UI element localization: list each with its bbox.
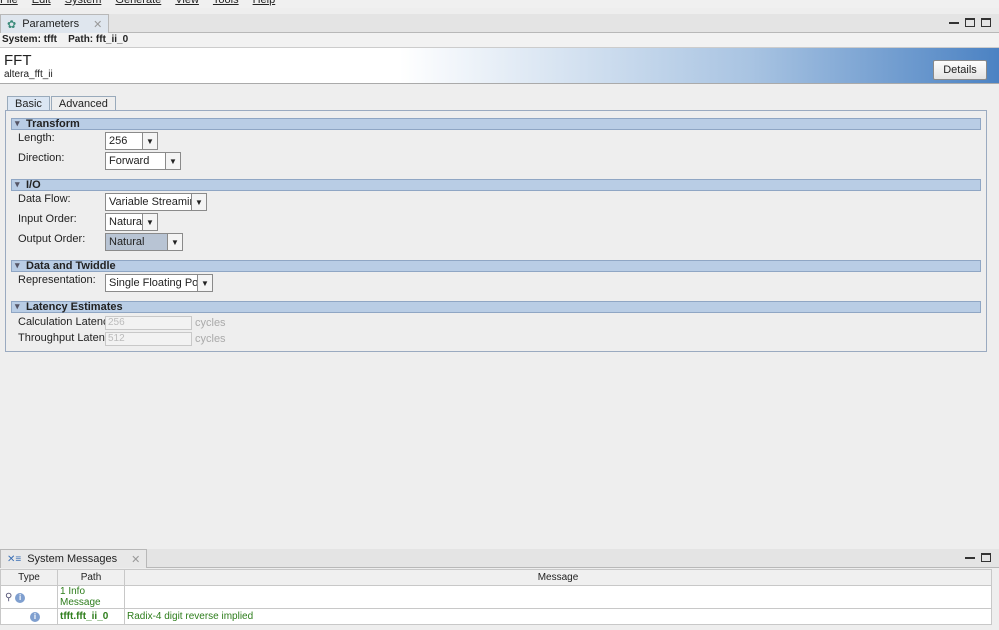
system-label: System: bbox=[2, 34, 41, 45]
info-icon: i bbox=[30, 612, 40, 622]
input-order-label: Input Order: bbox=[18, 213, 77, 225]
path-bar: System: tfft Path: fft_ii_0 bbox=[0, 33, 999, 47]
chevron-down-icon: ▼ bbox=[191, 194, 206, 210]
output-order-label: Output Order: bbox=[18, 233, 86, 245]
maximize-icon[interactable] bbox=[981, 18, 991, 27]
menu-bar: File Edit System Generate View Tools Hel… bbox=[0, 0, 999, 8]
path-cell: tfft.fft_ii_0 bbox=[57, 608, 125, 625]
component-subtitle: altera_fft_ii bbox=[4, 69, 53, 80]
direction-value: Forward bbox=[109, 155, 150, 167]
component-header: FFT altera_fft_ii Details bbox=[0, 47, 999, 84]
input-order-select[interactable]: Natural ▼ bbox=[105, 213, 158, 231]
details-button[interactable]: Details bbox=[933, 60, 987, 80]
close-icon[interactable]: ✕ bbox=[93, 18, 102, 31]
representation-label: Representation: bbox=[18, 274, 96, 286]
menu-system[interactable]: System bbox=[65, 0, 102, 8]
throughput-latency-unit: cycles bbox=[195, 333, 226, 345]
basic-panel: Transform Length: 256 ▼ Direction: Forwar… bbox=[5, 110, 987, 352]
messages-table: Type Path Message ⚲ i 1 Info Message i t… bbox=[0, 569, 992, 625]
path-label: Path: bbox=[68, 34, 94, 45]
data-flow-select[interactable]: Variable Streaming ▼ bbox=[105, 193, 207, 211]
parameters-tab-label: Parameters bbox=[22, 18, 80, 30]
section-transform[interactable]: Transform bbox=[11, 118, 981, 130]
output-order-value: Natural bbox=[109, 236, 145, 248]
message-cell: Radix-4 digit reverse implied bbox=[124, 608, 992, 625]
data-flow-label: Data Flow: bbox=[18, 193, 71, 205]
system-messages-tab[interactable]: ✕≡ System Messages ✕ bbox=[0, 549, 148, 568]
close-icon[interactable]: ✕ bbox=[131, 553, 140, 566]
messages-icon: ✕≡ bbox=[7, 553, 22, 565]
restore-icon[interactable] bbox=[965, 18, 975, 27]
minimize-icon[interactable] bbox=[949, 18, 959, 24]
info-icon: i bbox=[15, 592, 26, 603]
col-message[interactable]: Message bbox=[124, 569, 992, 586]
calc-latency-unit: cycles bbox=[195, 317, 226, 329]
parameters-icon: ✿ bbox=[7, 18, 17, 31]
table-header: Type Path Message bbox=[0, 569, 992, 586]
chevron-down-icon: ▼ bbox=[197, 275, 212, 291]
section-latency[interactable]: Latency Estimates bbox=[11, 301, 981, 313]
chevron-down-icon: ▼ bbox=[142, 214, 157, 230]
menu-edit[interactable]: Edit bbox=[32, 0, 51, 8]
summary-cell: 1 Info Message bbox=[57, 585, 125, 609]
col-type[interactable]: Type bbox=[0, 569, 58, 586]
input-order-value: Natural bbox=[109, 216, 145, 228]
section-io[interactable]: I/O bbox=[11, 179, 981, 191]
col-path[interactable]: Path bbox=[57, 569, 125, 586]
data-flow-value: Variable Streaming bbox=[109, 196, 202, 208]
section-data-twiddle[interactable]: Data and Twiddle bbox=[11, 260, 981, 272]
component-title: FFT bbox=[4, 52, 32, 69]
length-select[interactable]: 256 ▼ bbox=[105, 132, 158, 150]
chevron-down-icon: ▼ bbox=[165, 153, 180, 169]
throughput-latency-label: Throughput Latency: bbox=[18, 332, 119, 344]
parameters-tabstrip: ✿ Parameters ✕ bbox=[0, 14, 999, 33]
menu-file[interactable]: File bbox=[0, 0, 18, 8]
table-row[interactable]: ⚲ i 1 Info Message bbox=[0, 585, 992, 609]
calc-latency-label: Calculation Latency: bbox=[18, 316, 118, 328]
representation-select[interactable]: Single Floating Point ▼ bbox=[105, 274, 213, 292]
system-value: tfft bbox=[43, 34, 58, 45]
path-value: fft_ii_0 bbox=[95, 34, 129, 45]
calc-latency-field: 256 bbox=[105, 316, 192, 330]
direction-select[interactable]: Forward ▼ bbox=[105, 152, 181, 170]
tab-advanced[interactable]: Advanced bbox=[50, 96, 116, 111]
chevron-down-icon: ▼ bbox=[142, 133, 157, 149]
throughput-latency-field: 512 bbox=[105, 332, 192, 346]
output-order-select[interactable]: Natural ▼ bbox=[105, 233, 183, 251]
menu-view[interactable]: View bbox=[175, 0, 199, 8]
length-value: 256 bbox=[109, 135, 128, 147]
param-tabs: Basic Advanced bbox=[7, 96, 117, 111]
messages-tabstrip: ✕≡ System Messages ✕ bbox=[0, 549, 999, 568]
table-row[interactable]: i tfft.fft_ii_0 Radix-4 digit reverse im… bbox=[0, 608, 992, 625]
pin-icon[interactable]: ⚲ bbox=[5, 592, 12, 603]
tab-basic[interactable]: Basic bbox=[7, 96, 50, 111]
direction-label: Direction: bbox=[18, 152, 65, 164]
length-label: Length: bbox=[18, 132, 55, 144]
menu-tools[interactable]: Tools bbox=[213, 0, 239, 8]
maximize-icon[interactable] bbox=[981, 553, 991, 562]
parameters-tab[interactable]: ✿ Parameters ✕ bbox=[0, 14, 110, 33]
chevron-down-icon: ▼ bbox=[167, 234, 182, 250]
minimize-icon[interactable] bbox=[965, 553, 975, 559]
representation-value: Single Floating Point bbox=[109, 277, 210, 289]
menu-generate[interactable]: Generate bbox=[115, 0, 161, 8]
system-messages-label: System Messages bbox=[27, 553, 118, 565]
menu-help[interactable]: Help bbox=[253, 0, 276, 8]
